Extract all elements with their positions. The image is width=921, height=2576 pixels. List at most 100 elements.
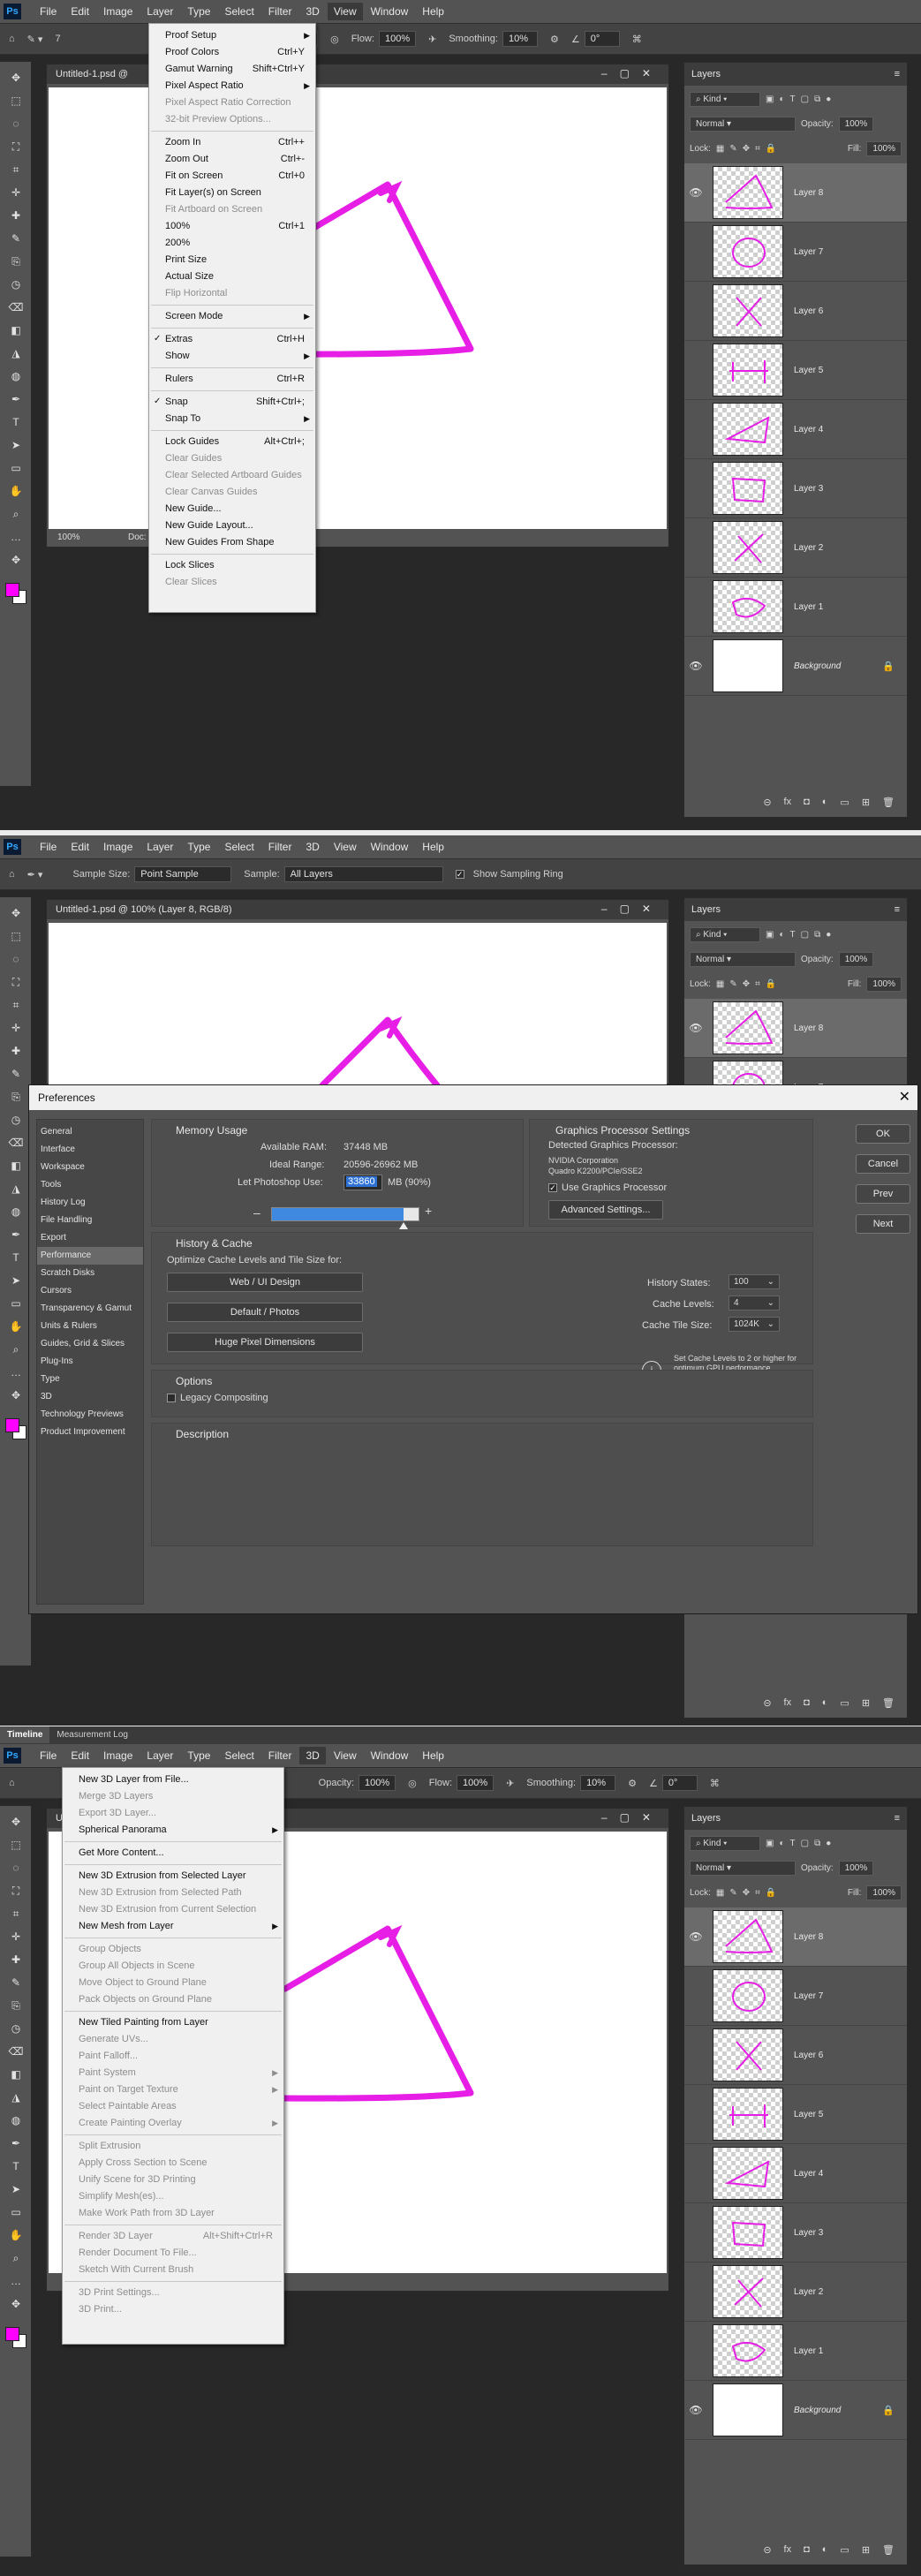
layer-name[interactable]: Layer 5: [794, 2110, 823, 2119]
window-controls[interactable]: –▢✕: [601, 903, 663, 915]
layer-row-layer-5[interactable]: Layer 5: [684, 341, 907, 400]
mask-icon[interactable]: ◘: [804, 1697, 810, 1708]
menu-item-100[interactable]: 100% Ctrl+1: [149, 218, 315, 234]
layer-row-layer-6[interactable]: Layer 6: [684, 2026, 907, 2085]
zoom-level[interactable]: 100%: [57, 533, 80, 542]
lock-paint-icon[interactable]: ✎: [729, 144, 736, 154]
menu-item-zoom-in[interactable]: Zoom In Ctrl++: [149, 134, 315, 150]
lock-all-icon[interactable]: 🔒: [766, 1888, 776, 1898]
layer-name[interactable]: Layer 5: [794, 366, 823, 375]
adjustment-icon[interactable]: ◐: [822, 2544, 828, 2555]
blur-tool-icon[interactable]: ◍: [8, 2113, 24, 2127]
gradient-tool-icon[interactable]: ◮: [8, 346, 24, 360]
prev-button[interactable]: Prev: [856, 1184, 910, 1204]
crop-tool-icon[interactable]: ⌗: [8, 1907, 24, 1921]
eraser-tool-icon[interactable]: ◧: [8, 1159, 24, 1173]
pref-nav-interface[interactable]: Interface: [37, 1141, 143, 1159]
blend-mode-select[interactable]: Normal ▾: [690, 116, 796, 132]
type-tool-icon[interactable]: ➤: [8, 438, 24, 452]
history-brush-icon[interactable]: ⌫: [8, 1136, 24, 1150]
eye-icon[interactable]: 👁: [684, 660, 707, 672]
frame-tool-icon[interactable]: ✛: [8, 1021, 24, 1035]
layer-name[interactable]: Background: [794, 2406, 841, 2415]
menu-layer[interactable]: Layer: [140, 3, 179, 20]
layer-row-background[interactable]: 👁 Background 🔒: [684, 2381, 907, 2440]
layer-name[interactable]: Layer 4: [794, 425, 823, 434]
history-brush-icon[interactable]: ⌫: [8, 300, 24, 314]
layer-row-layer-8[interactable]: 👁 Layer 8: [684, 163, 907, 223]
menu-item-get-more-content[interactable]: Get More Content...: [63, 1845, 283, 1861]
eyedropper-tool-icon[interactable]: ✚: [8, 1953, 24, 1967]
menu-item-new-guides-from-shape[interactable]: New Guides From Shape: [149, 534, 315, 550]
menu-edit[interactable]: Edit: [64, 3, 95, 20]
menu-item-new-mesh-from-layer[interactable]: New Mesh from Layer ▶: [63, 1918, 283, 1934]
path-select-icon[interactable]: ▭: [8, 1296, 24, 1311]
pref-nav-transparency-gamut[interactable]: Transparency & Gamut: [37, 1300, 143, 1318]
more-tools-icon[interactable]: ✥: [8, 2297, 24, 2311]
menu-edit[interactable]: Edit: [64, 838, 95, 856]
layer-name[interactable]: Layer 8: [794, 188, 823, 198]
layer-row-layer-1[interactable]: Layer 1: [684, 2322, 907, 2381]
angle-input[interactable]: 0°: [661, 1775, 698, 1791]
pref-nav-workspace[interactable]: Workspace: [37, 1159, 143, 1176]
layer-name[interactable]: Layer 2: [794, 2287, 823, 2297]
lasso-tool-icon[interactable]: ◌: [8, 952, 24, 966]
crop-tool-icon[interactable]: ⌗: [8, 998, 24, 1012]
memory-increase[interactable]: +: [425, 1204, 432, 1218]
filter-type-icon[interactable]: T: [790, 94, 796, 104]
layer-row-layer-3[interactable]: Layer 3: [684, 459, 907, 518]
menu-view[interactable]: View: [328, 838, 363, 856]
layer-row-layer-4[interactable]: Layer 4: [684, 2144, 907, 2203]
document-tab[interactable]: Untitled-1.psd @ –▢✕: [47, 64, 668, 84]
eraser-tool-icon[interactable]: ◧: [8, 323, 24, 337]
hand-tool-icon[interactable]: ⌕: [8, 1342, 24, 1356]
menu-type[interactable]: Type: [181, 3, 216, 20]
menu-item-rulers[interactable]: Rulers Ctrl+R: [149, 371, 315, 387]
quick-select-icon[interactable]: ⛶: [8, 1884, 24, 1898]
menu-3d[interactable]: 3D: [299, 3, 325, 20]
menu-file[interactable]: File: [34, 838, 63, 856]
pressure-opacity-icon[interactable]: ◎: [330, 34, 339, 45]
filter-pixel-icon[interactable]: ▣: [766, 94, 774, 104]
brush-tool-icon[interactable]: ⎘: [8, 1998, 24, 2013]
layer-row-layer-7[interactable]: Layer 7: [684, 1967, 907, 2026]
menu-window[interactable]: Window: [365, 3, 415, 20]
menu-item-new-3d-layer-from-file[interactable]: New 3D Layer from File...: [63, 1771, 283, 1787]
trash-icon[interactable]: 🗑: [882, 2544, 895, 2556]
layer-row-layer-2[interactable]: Layer 2: [684, 2262, 907, 2322]
new-layer-icon[interactable]: ⊞: [862, 2544, 870, 2556]
menu-type[interactable]: Type: [181, 838, 216, 856]
sample-size-select[interactable]: Point Sample: [134, 866, 232, 882]
memory-decrease[interactable]: –: [253, 1205, 260, 1220]
layer-name[interactable]: Layer 2: [794, 543, 823, 553]
lock-artboard-icon[interactable]: ⌗: [755, 979, 760, 989]
menu-window[interactable]: Window: [365, 838, 415, 856]
lock-all-icon[interactable]: 🔒: [766, 144, 776, 154]
layer-opacity-input[interactable]: 100%: [838, 951, 874, 967]
move-tool-icon[interactable]: ✥: [8, 71, 24, 85]
path-select-icon[interactable]: ▭: [8, 461, 24, 475]
menu-item-proof-setup[interactable]: Proof Setup ▶: [149, 27, 315, 43]
pref-nav-history-log[interactable]: History Log: [37, 1194, 143, 1212]
adjustment-icon[interactable]: ◐: [822, 1697, 828, 1708]
filter-adjustment-icon[interactable]: ◐: [779, 1839, 784, 1848]
lock-move-icon[interactable]: ✥: [743, 979, 750, 989]
show-ring-checkbox[interactable]: ✓: [455, 870, 464, 879]
quick-select-icon[interactable]: ⛶: [8, 140, 24, 154]
hand-tool-icon[interactable]: ⌕: [8, 507, 24, 521]
layer-row-layer-1[interactable]: Layer 1: [684, 578, 907, 637]
menu-window[interactable]: Window: [365, 1747, 415, 1764]
adjustment-icon[interactable]: ◐: [822, 797, 828, 807]
flow-input[interactable]: 100%: [378, 31, 417, 47]
menu-item-fit-layer-s-on-screen[interactable]: Fit Layer(s) on Screen: [149, 185, 315, 200]
filter-shape-icon[interactable]: ▢: [801, 1839, 809, 1848]
layer-name[interactable]: Layer 8: [794, 1024, 823, 1033]
filter-pixel-icon[interactable]: ▣: [766, 1839, 774, 1848]
menu-image[interactable]: Image: [97, 1747, 139, 1764]
clone-stamp-icon[interactable]: ◷: [8, 1113, 24, 1127]
menu-item-extras[interactable]: ✓ Extras Ctrl+H: [149, 331, 315, 347]
layer-name[interactable]: Layer 3: [794, 2228, 823, 2238]
lock-artboard-icon[interactable]: ⌗: [755, 144, 760, 154]
gradient-tool-icon[interactable]: ◮: [8, 1182, 24, 1196]
layer-row-layer-5[interactable]: Layer 5: [684, 2085, 907, 2144]
